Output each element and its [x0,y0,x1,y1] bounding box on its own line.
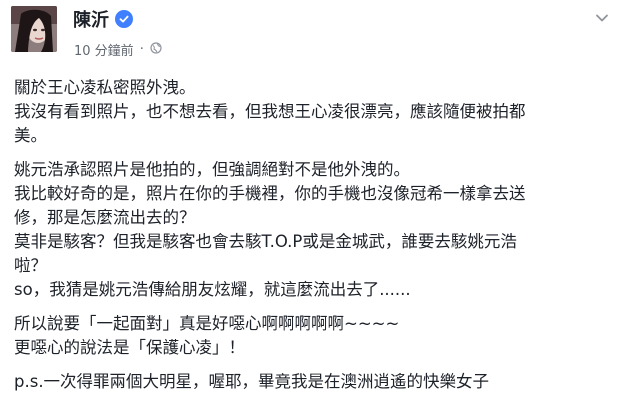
facebook-post: 陳沂 10 分鐘前 · 關於王心凌私密照外洩。 我沒有看到照片，也不想去看，但我… [0,0,622,414]
post-paragraph: 關於王心凌私密照外洩。 我沒有看到照片，也不想去看，但我想王心凌很漂亮，應該隨便… [14,76,610,148]
post-line: 更噁心的說法是「保護心凌」！ [14,338,245,357]
author-name[interactable]: 陳沂 [73,6,109,32]
chevron-down-icon [596,14,608,22]
post-line: 啦？ [14,256,47,275]
post-line: 莫非是駭客？但我是駭客也會去駭T.O.P或是金城武，誰要去駭姚元浩 [14,232,517,251]
post-meta: 10 分鐘前 · [74,40,162,59]
verified-badge-icon [115,10,133,28]
post-menu-button[interactable] [594,10,610,26]
post-line: 我比較好奇的是，照片在你的手機裡，你的手機也沒像冠希一樣拿去送 [14,184,526,203]
avatar[interactable] [11,6,57,52]
avatar-photo-icon [11,6,57,52]
post-line: so，我猜是姚元浩傳給朋友炫耀，就這麼流出去了...... [14,280,411,299]
globe-icon[interactable] [150,41,162,58]
post-line: 關於王心凌私密照外洩。 [14,78,196,97]
post-line: 修，那是怎麼流出去的？ [14,208,196,227]
post-timestamp[interactable]: 10 分鐘前 [74,40,134,59]
post-body: 關於王心凌私密照外洩。 我沒有看到照片，也不想去看，但我想王心凌很漂亮，應該隨便… [14,76,610,394]
author-name-row: 陳沂 [73,6,133,32]
post-paragraph: 所以說要「一起面對」真是好噁心啊啊啊啊啊~~~~ 更噁心的說法是「保護心凌」！ [14,312,610,360]
post-paragraph: p.s.一次得罪兩個大明星，喔耶，畢竟我是在澳洲逍遙的快樂女子 [14,370,610,394]
post-paragraph: 姚元浩承認照片是他拍的，但強調絕對不是他外洩的。 我比較好奇的是，照片在你的手機… [14,158,610,302]
post-line: p.s.一次得罪兩個大明星，喔耶，畢竟我是在澳洲逍遙的快樂女子 [14,372,490,391]
post-line: 姚元浩承認照片是他拍的，但強調絕對不是他外洩的。 [14,160,410,179]
post-line: 我沒有看到照片，也不想去看，但我想王心凌很漂亮，應該隨便被拍都 [14,102,526,121]
post-line: 美。 [14,126,47,145]
meta-separator: · [139,42,144,57]
post-line: 所以說要「一起面對」真是好噁心啊啊啊啊啊~~~~ [14,314,400,333]
